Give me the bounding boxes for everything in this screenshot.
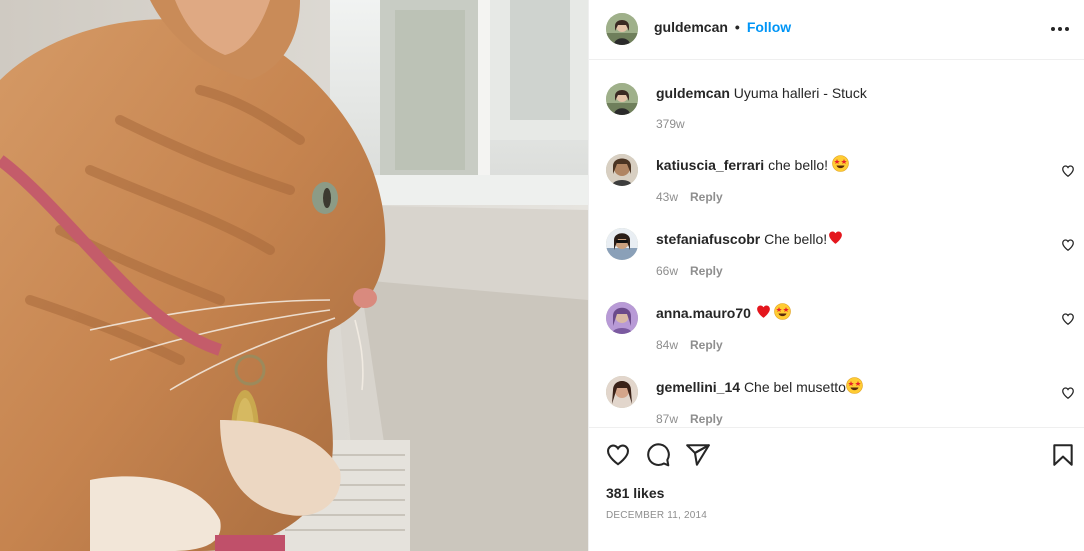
caption-time[interactable]: 379w (656, 117, 685, 131)
caption-text-line: guldemcan Uyuma halleri - Stuck (656, 84, 867, 102)
comment-meta: 66w Reply (656, 264, 723, 278)
reply-button[interactable]: Reply (690, 412, 723, 426)
commenter-avatar[interactable] (606, 302, 638, 334)
comment-icon[interactable] (645, 442, 671, 468)
comment-text-line: katiuscia_ferrari che bello! (656, 155, 849, 176)
more-options-icon[interactable] (1049, 18, 1071, 40)
cat-photo-image (0, 0, 588, 551)
comment-time[interactable]: 87w (656, 412, 678, 426)
comment-text-line: gemellini_14 Che bel musetto (656, 377, 863, 398)
comment-like-heart-icon[interactable] (1061, 386, 1075, 400)
comment-like-heart-icon[interactable] (1061, 312, 1075, 326)
likes-count[interactable]: 381 likes (606, 485, 664, 501)
commenter-avatar[interactable] (606, 228, 638, 260)
comment-username[interactable]: stefaniafuscobr (656, 231, 760, 247)
comment-time[interactable]: 43w (656, 190, 678, 204)
star-struck-emoji-icon (774, 303, 791, 324)
heart-icon[interactable] (605, 442, 631, 468)
follow-button[interactable]: Follow (747, 19, 791, 35)
comment-username[interactable]: katiuscia_ferrari (656, 157, 764, 173)
star-struck-emoji-icon (832, 155, 849, 176)
comment-text-line: stefaniafuscobr Che bello! (656, 229, 844, 250)
reply-button[interactable]: Reply (690, 338, 723, 352)
caption-username[interactable]: guldemcan (656, 85, 730, 101)
commenter-avatar[interactable] (606, 376, 638, 408)
comments-list[interactable]: guldemcan Uyuma halleri - Stuck 379w kat… (589, 61, 1084, 427)
comment-text: che bello! (768, 157, 832, 173)
comment-text: Che bello! (764, 231, 828, 247)
comment-meta: 84w Reply (656, 338, 723, 352)
red-heart-emoji-icon (755, 303, 772, 324)
comment-text: Che bel musetto (743, 379, 846, 395)
caption-avatar[interactable] (606, 83, 638, 115)
comment-meta: 87w Reply (656, 412, 723, 426)
comment-username[interactable]: gemellini_14 (656, 379, 740, 395)
author-username[interactable]: guldemcan (654, 19, 728, 35)
reply-button[interactable]: Reply (690, 264, 723, 278)
reply-button[interactable]: Reply (690, 190, 723, 204)
comment-like-heart-icon[interactable] (1061, 164, 1075, 178)
post-date[interactable]: DECEMBER 11, 2014 (606, 510, 707, 521)
comment-text-line: anna.mauro70 (656, 303, 791, 324)
star-struck-emoji-icon (846, 377, 863, 398)
post-header: guldemcan • Follow (589, 0, 1084, 60)
post-detail-panel: guldemcan • Follow guldemcan Uyuma halle… (588, 0, 1084, 551)
author-avatar[interactable] (606, 13, 638, 45)
comment-username[interactable]: anna.mauro70 (656, 305, 751, 321)
post-actions: 381 likes DECEMBER 11, 2014 (589, 427, 1084, 551)
separator-dot: • (734, 19, 740, 35)
caption-text: Uyuma halleri - Stuck (733, 85, 867, 101)
comment-meta: 43w Reply (656, 190, 723, 204)
caption-meta: 379w (656, 117, 685, 131)
bookmark-icon[interactable] (1050, 442, 1076, 468)
commenter-avatar[interactable] (606, 154, 638, 186)
comment-time[interactable]: 84w (656, 338, 678, 352)
post-photo (0, 0, 588, 551)
comment-time[interactable]: 66w (656, 264, 678, 278)
comment-like-heart-icon[interactable] (1061, 238, 1075, 252)
share-icon[interactable] (685, 442, 711, 468)
header-user-line: guldemcan • Follow (654, 19, 791, 35)
red-heart-emoji-icon (827, 229, 844, 250)
